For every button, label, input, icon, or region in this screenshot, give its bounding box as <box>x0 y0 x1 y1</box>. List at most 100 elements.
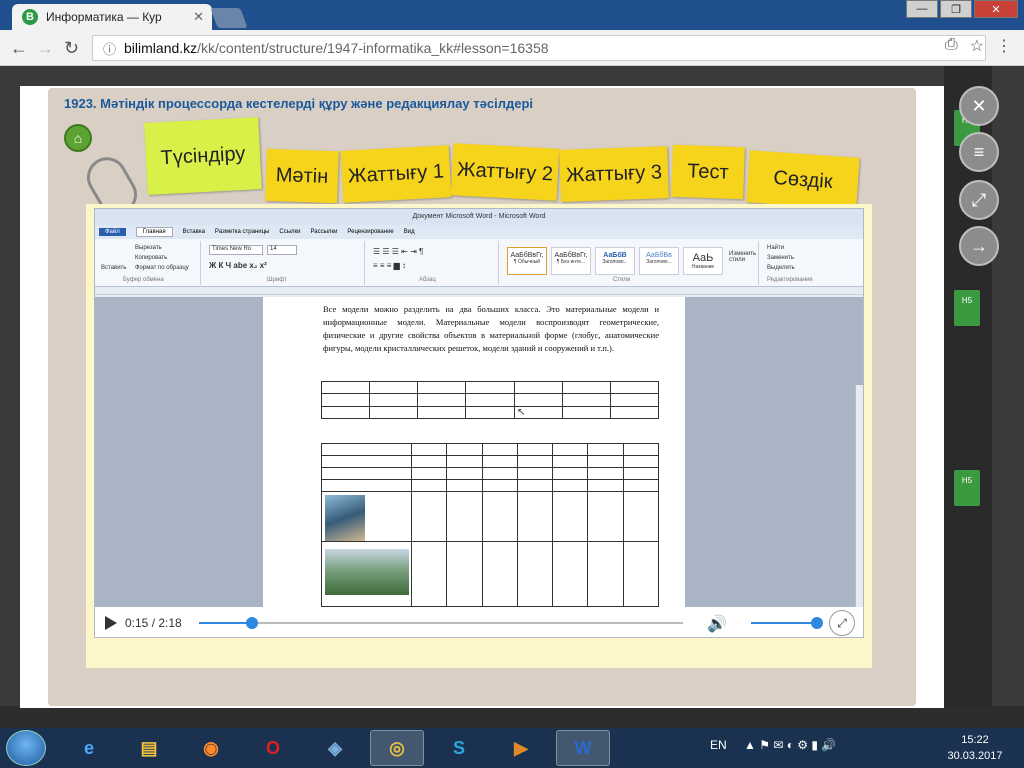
expand-icon[interactable]: ⤢ <box>959 180 999 220</box>
app-icon[interactable]: ◈ <box>308 730 362 766</box>
word-document-area: Все модели можно разделить на два больши… <box>95 297 863 637</box>
mouse-cursor-icon: ↖ <box>517 407 526 418</box>
translate-icon[interactable]: ⎙ <box>945 36 958 56</box>
word-tab-references: Ссылки <box>279 229 301 235</box>
skype-icon[interactable]: S <box>432 730 486 766</box>
list-buttons: ☰ ☰ ☰ ⇤ ⇥ ¶ <box>373 247 424 256</box>
html5-icon: H5 <box>954 470 980 506</box>
tray-icons[interactable]: ▲ ⚑ ✉ ◐ ⚙ ▮ 🔊 <box>744 738 836 752</box>
new-tab-button[interactable] <box>210 8 248 28</box>
find-label: Найти <box>767 245 785 251</box>
video-progress-track[interactable] <box>199 617 683 629</box>
video-time: 0:15 / 2:18 <box>125 616 182 630</box>
word-tab-file: Файл <box>99 228 126 236</box>
tab-zhattygu-1[interactable]: Жаттығу 1 <box>340 145 452 203</box>
document-table-1 <box>320 380 660 420</box>
windows-taskbar: e ▤ ◉ O ◈ ◎ S ▶ W EN ▲ ⚑ ✉ ◐ ⚙ ▮ 🔊 15:22… <box>0 728 1024 768</box>
window-controls: — ❐ ✕ <box>906 0 1018 18</box>
tab-tusindiru[interactable]: Түсіндіру <box>144 117 262 195</box>
explorer-icon[interactable]: ▤ <box>122 730 176 766</box>
volume-slider[interactable] <box>751 617 823 629</box>
home-icon[interactable]: ⌂ <box>64 124 92 152</box>
forward-icon[interactable]: → <box>36 38 54 59</box>
tab-zhattygu-3[interactable]: Жаттығу 3 <box>559 146 669 202</box>
paragraph-group-label: Абзац <box>419 277 436 283</box>
info-icon[interactable]: ⓘ <box>103 39 116 58</box>
tab-zhattygu-2[interactable]: Жаттығу 2 <box>450 143 560 201</box>
tab-matin[interactable]: Мәтін <box>265 148 339 204</box>
maximize-button[interactable]: ❐ <box>940 0 972 18</box>
word-tab-home: Главная <box>135 227 173 237</box>
font-format-buttons: Ж К Ч abe x₂ x² <box>209 261 267 270</box>
chrome-menu-icon[interactable]: ⋮ <box>996 36 1012 56</box>
browser-tab[interactable]: B Информатика — Кур ✕ <box>12 4 212 30</box>
styles-group: АаБбВвГг, ¶ Обычный АаБбВвГг, ¶ Без инте..… <box>503 241 759 285</box>
font-group: Times New Ro 14 Ж К Ч abe x₂ x² Шрифт <box>205 241 365 285</box>
word-tab-insert: Вставка <box>182 229 205 235</box>
video-progress-knob[interactable] <box>245 617 258 629</box>
ie-icon[interactable]: e <box>62 730 116 766</box>
close-icon[interactable]: ✕ <box>959 86 999 126</box>
reload-icon[interactable]: ↻ <box>64 38 79 59</box>
chrome-icon[interactable]: ◎ <box>370 730 424 766</box>
style-normal: АаБбВвГг, ¶ Обычный <box>507 247 547 275</box>
style-heading-2: АаБбВв Заголово... <box>639 247 679 275</box>
close-tab-icon[interactable]: ✕ <box>193 9 204 25</box>
font-name-box: Times New Ro <box>209 245 263 255</box>
close-window-button[interactable]: ✕ <box>974 0 1018 18</box>
browser-tabstrip: B Информатика — Кур ✕ — ❐ ✕ <box>0 0 1024 30</box>
lesson-title: 1923. Мәтіндік процессорда кестелерді құ… <box>64 96 533 111</box>
bookmark-star-icon[interactable]: ☆ <box>970 36 984 56</box>
copy-label: Копировать <box>135 255 168 261</box>
tab-test[interactable]: Тест <box>671 144 745 200</box>
style-title: АаЬ Название <box>683 247 723 275</box>
firefox-icon[interactable]: ◉ <box>184 730 238 766</box>
media-player-icon[interactable]: ▶ <box>494 730 548 766</box>
clock-time: 15:22 <box>961 734 989 746</box>
word-titlebar: Документ Microsoft Word - Microsoft Word <box>95 209 863 225</box>
url-host: bilimland.kz <box>124 40 198 56</box>
word-title: Документ Microsoft Word - Microsoft Word <box>412 213 546 220</box>
tab-sozdik[interactable]: Сөздік <box>746 150 860 210</box>
video-fullscreen-icon[interactable]: ⤢ <box>829 610 855 636</box>
word-scrollbar <box>855 385 863 637</box>
word-icon[interactable]: W <box>556 730 610 766</box>
change-styles-label: Изменить стили <box>729 251 757 263</box>
system-clock[interactable]: 15:22 30.03.2017 <box>940 732 1010 764</box>
word-tab-view: Вид <box>403 229 415 235</box>
volume-icon[interactable]: 🔊 <box>707 614 727 634</box>
paste-label: Вставить <box>101 265 127 271</box>
play-icon[interactable] <box>105 616 117 630</box>
video-progress-fill <box>199 622 252 624</box>
menu-icon[interactable]: ≡ <box>959 132 999 172</box>
style-heading-1: АаБбВ Заголово... <box>595 247 635 275</box>
minimize-button[interactable]: — <box>906 0 938 18</box>
editing-group: Найти Заменить Выделить Редактирование <box>763 241 853 285</box>
clipboard-group: Вставить Вырезать Копировать Формат по о… <box>97 241 201 285</box>
word-tab-review: Рецензирование <box>347 229 394 235</box>
video-controls: 0:15 / 2:18 🔊 ⤢ <box>95 607 863 637</box>
next-arrow-icon[interactable]: → <box>959 226 999 266</box>
document-paragraph: Все модели можно разделить на два больши… <box>323 304 659 353</box>
content-paper: Документ Microsoft Word - Microsoft Word… <box>86 204 872 668</box>
word-page: Все модели можно разделить на два больши… <box>263 297 685 607</box>
back-icon[interactable]: ← <box>10 38 28 59</box>
clock-date: 30.03.2017 <box>947 750 1003 762</box>
volume-knob[interactable] <box>811 617 823 629</box>
tab-title: Информатика — Кур <box>46 10 162 24</box>
lesson-modal: 1923. Мәтіндік процессорда кестелерді құ… <box>20 86 944 708</box>
font-size-box: 14 <box>267 245 297 255</box>
video-player[interactable]: Документ Microsoft Word - Microsoft Word… <box>94 208 864 638</box>
word-tab-mailings: Рассылки <box>310 229 338 235</box>
lesson-board: 1923. Мәтіндік процессорда кестелерді құ… <box>48 88 916 706</box>
start-button[interactable] <box>6 730 46 766</box>
opera-icon[interactable]: O <box>246 730 300 766</box>
paragraph-group: ☰ ☰ ☰ ⇤ ⇥ ¶ ≡ ≡ ≡ ▆ ↕ Абзац <box>369 241 499 285</box>
address-bar-row: ← → ↻ ⓘ bilimland.kz/kk/content/structur… <box>0 30 1024 66</box>
word-ribbon: Вставить Вырезать Копировать Формат по о… <box>95 239 863 287</box>
url-field[interactable]: ⓘ bilimland.kz/kk/content/structure/1947… <box>92 35 986 61</box>
select-label: Выделить <box>767 265 795 271</box>
style-no-spacing: АаБбВвГг, ¶ Без инте... <box>551 247 591 275</box>
word-ruler <box>95 287 863 295</box>
language-indicator[interactable]: EN <box>710 738 727 752</box>
